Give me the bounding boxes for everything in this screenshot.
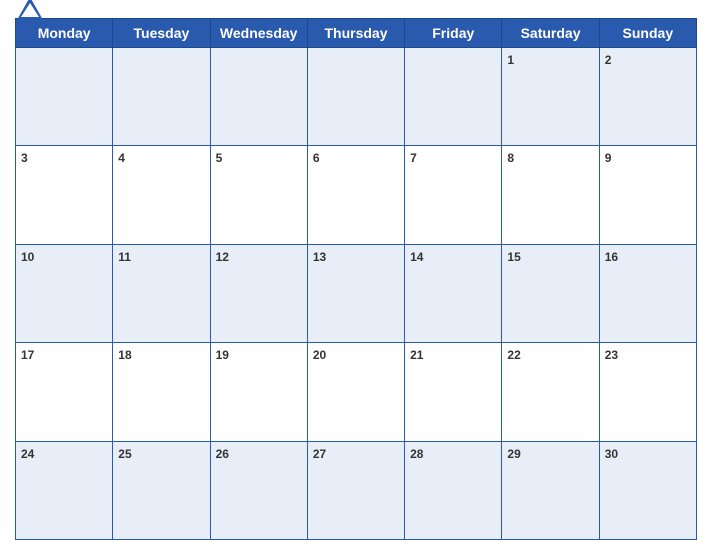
calendar-cell: 25	[113, 441, 210, 539]
day-number: 15	[507, 250, 520, 264]
calendar-table: MondayTuesdayWednesdayThursdayFridaySatu…	[15, 18, 697, 540]
day-number: 25	[118, 447, 131, 461]
weekday-header-row: MondayTuesdayWednesdayThursdayFridaySatu…	[16, 19, 697, 48]
day-number: 29	[507, 447, 520, 461]
week-row-3: 10 11 12 13 14 15 16	[16, 244, 697, 342]
day-number: 13	[313, 250, 326, 264]
week-row-2: 3 4 5 6 7 8 9	[16, 146, 697, 244]
calendar-cell: 9	[599, 146, 696, 244]
calendar-cell: 11	[113, 244, 210, 342]
calendar-cell: 14	[405, 244, 502, 342]
day-number: 11	[118, 250, 131, 264]
day-number: 28	[410, 447, 423, 461]
day-number: 5	[216, 151, 223, 165]
week-row-4: 17 18 19 20 21 22 23	[16, 343, 697, 441]
calendar-cell: 30	[599, 441, 696, 539]
weekday-header-tuesday: Tuesday	[113, 19, 210, 48]
day-number: 21	[410, 348, 423, 362]
day-number: 4	[118, 151, 125, 165]
day-number: 24	[21, 447, 34, 461]
weekday-header-sunday: Sunday	[599, 19, 696, 48]
calendar-cell: 1	[502, 48, 599, 146]
day-number: 20	[313, 348, 326, 362]
calendar-cell: 22	[502, 343, 599, 441]
day-number: 18	[118, 348, 131, 362]
calendar-cell: 20	[307, 343, 404, 441]
calendar-cell: 24	[16, 441, 113, 539]
calendar-cell	[16, 48, 113, 146]
calendar-cell	[113, 48, 210, 146]
weekday-header-wednesday: Wednesday	[210, 19, 307, 48]
calendar-cell	[307, 48, 404, 146]
day-number: 17	[21, 348, 34, 362]
day-number: 22	[507, 348, 520, 362]
calendar-cell: 15	[502, 244, 599, 342]
day-number: 2	[605, 53, 612, 67]
day-number: 26	[216, 447, 229, 461]
calendar-cell: 21	[405, 343, 502, 441]
calendar-cell: 19	[210, 343, 307, 441]
calendar-cell: 13	[307, 244, 404, 342]
day-number: 16	[605, 250, 618, 264]
calendar-cell: 3	[16, 146, 113, 244]
calendar-cell	[405, 48, 502, 146]
calendar-cell: 7	[405, 146, 502, 244]
calendar-cell: 17	[16, 343, 113, 441]
day-number: 1	[507, 53, 514, 67]
calendar-cell: 29	[502, 441, 599, 539]
calendar-cell: 23	[599, 343, 696, 441]
calendar-cell: 4	[113, 146, 210, 244]
day-number: 10	[21, 250, 34, 264]
day-number: 27	[313, 447, 326, 461]
calendar-cell	[210, 48, 307, 146]
weekday-header-saturday: Saturday	[502, 19, 599, 48]
day-number: 9	[605, 151, 612, 165]
week-row-5: 24 25 26 27 28 29 30	[16, 441, 697, 539]
calendar-cell: 18	[113, 343, 210, 441]
logo-icon	[15, 0, 45, 25]
day-number: 12	[216, 250, 229, 264]
calendar-cell: 8	[502, 146, 599, 244]
day-number: 6	[313, 151, 320, 165]
calendar-cell: 2	[599, 48, 696, 146]
day-number: 3	[21, 151, 28, 165]
calendar-cell: 10	[16, 244, 113, 342]
weekday-header-friday: Friday	[405, 19, 502, 48]
day-number: 19	[216, 348, 229, 362]
week-row-1: 12	[16, 48, 697, 146]
calendar-cell: 12	[210, 244, 307, 342]
day-number: 7	[410, 151, 417, 165]
calendar-cell: 28	[405, 441, 502, 539]
weekday-header-thursday: Thursday	[307, 19, 404, 48]
calendar-cell: 27	[307, 441, 404, 539]
calendar-cell: 26	[210, 441, 307, 539]
day-number: 8	[507, 151, 514, 165]
calendar-cell: 6	[307, 146, 404, 244]
day-number: 30	[605, 447, 618, 461]
logo	[15, 0, 49, 25]
day-number: 23	[605, 348, 618, 362]
calendar-cell: 5	[210, 146, 307, 244]
day-number: 14	[410, 250, 423, 264]
calendar-cell: 16	[599, 244, 696, 342]
